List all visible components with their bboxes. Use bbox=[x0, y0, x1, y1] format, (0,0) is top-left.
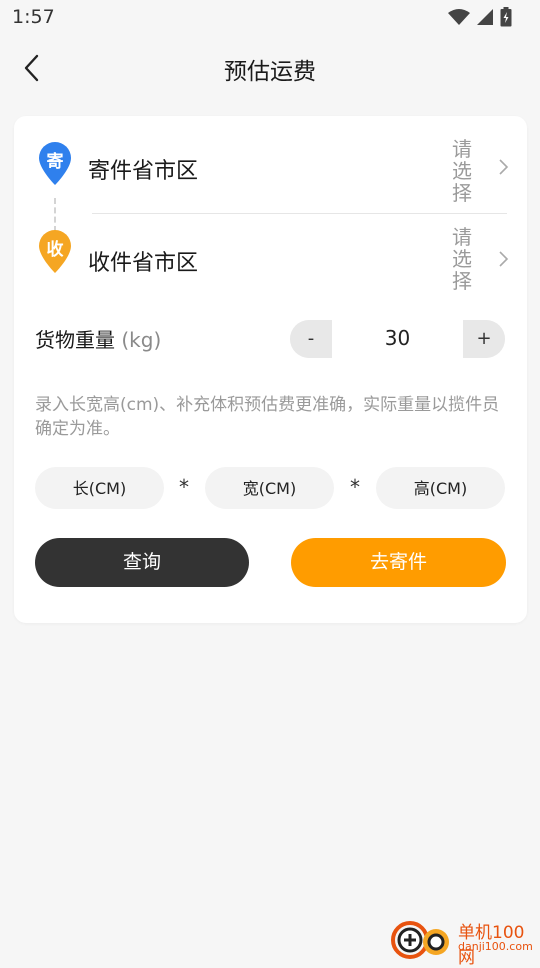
receiver-pin-icon: 收 bbox=[38, 230, 72, 274]
sender-badge: 寄 bbox=[46, 152, 64, 172]
status-bar: 1:57 bbox=[0, 0, 540, 36]
watermark-url: danji100.com bbox=[458, 940, 533, 953]
receiver-badge: 收 bbox=[46, 240, 64, 260]
watermark-logo-icon bbox=[391, 921, 449, 959]
sender-pin-icon: 寄 bbox=[38, 142, 72, 186]
chevron-right-icon bbox=[499, 251, 509, 267]
dimension-separator: * bbox=[350, 475, 360, 499]
watermark: 单机100网 danji100.com bbox=[390, 916, 540, 968]
send-package-button[interactable]: 去寄件 bbox=[291, 538, 506, 587]
weight-stepper: - 30 + bbox=[290, 320, 505, 358]
receiver-region-label: 收件省市区 bbox=[88, 251, 199, 276]
weight-increment-button[interactable]: + bbox=[463, 320, 505, 358]
estimate-card: 寄 寄件省市区 请选择 收 收件省市区 请选择 货物重量 (kg) - 30 +… bbox=[14, 116, 527, 623]
weight-label-text: 货物重量 bbox=[35, 328, 115, 352]
height-input[interactable] bbox=[376, 467, 505, 509]
weight-label: 货物重量 (kg) bbox=[35, 324, 161, 353]
wifi-icon bbox=[448, 9, 470, 25]
chevron-right-icon bbox=[499, 159, 509, 175]
weight-value[interactable]: 30 bbox=[332, 320, 463, 358]
nav-bar: 预估运费 bbox=[0, 36, 540, 100]
cell-signal-icon bbox=[477, 9, 493, 25]
query-button[interactable]: 查询 bbox=[35, 538, 249, 587]
receiver-region-row[interactable]: 收 收件省市区 请选择 bbox=[14, 214, 527, 306]
status-icons bbox=[448, 7, 512, 27]
receiver-region-hint: 请选择 bbox=[452, 225, 472, 293]
page-title: 预估运费 bbox=[224, 59, 316, 85]
width-input[interactable] bbox=[205, 467, 334, 509]
weight-unit: (kg) bbox=[121, 328, 162, 352]
dimension-separator: * bbox=[179, 475, 189, 499]
sender-region-hint: 请选择 bbox=[452, 137, 472, 205]
length-input[interactable] bbox=[35, 467, 164, 509]
sender-region-label: 寄件省市区 bbox=[88, 159, 199, 184]
dimension-hint: 录入长宽高(cm)、补充体积预估费更准确，实际重量以揽件员确定为准。 bbox=[35, 395, 500, 439]
status-time: 1:57 bbox=[12, 6, 55, 28]
sender-region-row[interactable]: 寄 寄件省市区 请选择 bbox=[14, 122, 527, 214]
battery-icon bbox=[500, 7, 512, 27]
weight-decrement-button[interactable]: - bbox=[290, 320, 332, 358]
